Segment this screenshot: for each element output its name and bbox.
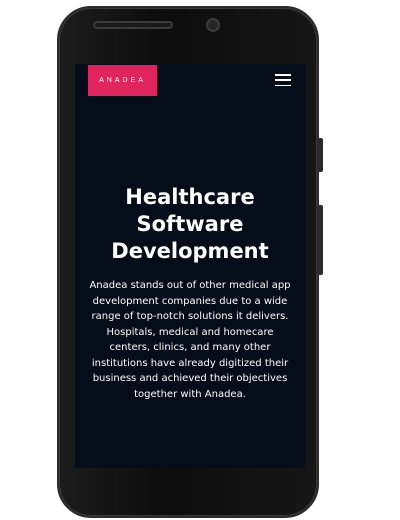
site-header: ANADEA — [75, 64, 305, 98]
anadea-logo[interactable]: ANADEA — [88, 65, 157, 96]
page-title: Healthcare Software Development — [111, 185, 269, 263]
front-camera-icon — [206, 18, 220, 32]
power-button — [319, 138, 323, 172]
earpiece-speaker — [93, 21, 173, 29]
menu-line — [275, 74, 291, 76]
menu-line — [275, 84, 291, 86]
phone-screen: ANADEA Healthcare Software Development A… — [75, 64, 305, 468]
hamburger-menu-icon[interactable] — [275, 74, 291, 86]
menu-line — [275, 79, 291, 81]
volume-button — [319, 205, 323, 275]
hero-description: Anadea stands out of other medical app d… — [89, 280, 291, 400]
